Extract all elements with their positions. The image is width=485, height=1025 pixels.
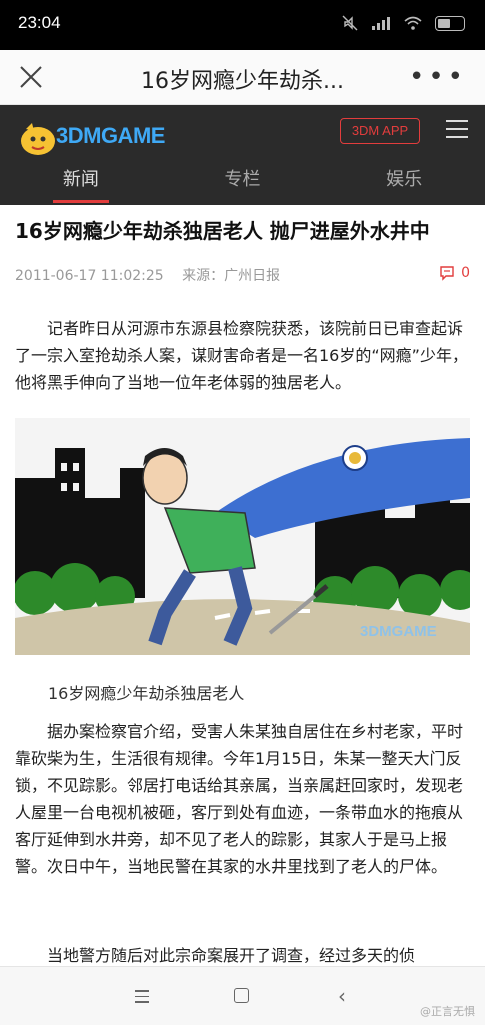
comment-icon — [440, 266, 454, 281]
mute-icon — [342, 15, 358, 31]
battery-icon — [435, 15, 465, 31]
wifi-icon — [404, 16, 422, 30]
page-title: 16岁网瘾少年劫杀... — [141, 69, 344, 94]
more-options-icon[interactable]: ••• — [409, 62, 467, 92]
close-icon[interactable] — [16, 62, 46, 92]
article-paragraph-2: 据办案检察官介绍，受害人朱某独自居住在乡村老家，平时靠砍柴为生，生活很有规律。今… — [15, 722, 464, 876]
article-illustration: 3DMGAME — [15, 418, 470, 655]
site-header: 3DMGAME 3DM APP 新闻 专栏 娱乐 — [0, 105, 485, 205]
tab-column[interactable]: 专栏 — [162, 157, 324, 203]
comment-count: 0 — [461, 265, 470, 281]
clock: 23:04 — [18, 13, 61, 32]
article-paragraph-3: 当地警方随后对此宗命案展开了调查，经过多天的侦 — [47, 946, 416, 965]
app-download-button[interactable]: 3DM APP — [340, 118, 420, 144]
recent-apps-icon[interactable] — [135, 990, 149, 1007]
article-source: 来源：广州日报 — [182, 268, 281, 284]
logo-text: 3DMGAME — [56, 123, 165, 148]
site-nav-tabs: 新闻 专栏 娱乐 — [0, 157, 485, 203]
tab-news[interactable]: 新闻 — [0, 157, 162, 203]
status-icons — [341, 14, 465, 32]
article-paragraph-1: 记者昨日从河源市东源县检察院获悉，该院前日已审查起诉了一宗入室抢劫杀人案，谋财害… — [15, 319, 468, 392]
image-watermark: 3DMGAME — [360, 623, 437, 640]
home-icon[interactable] — [234, 988, 249, 1003]
hamburger-menu-icon[interactable] — [446, 120, 468, 144]
comments-link[interactable]: 0 — [439, 265, 470, 281]
status-bar: 23:04 — [0, 0, 485, 50]
article-datetime: 2011-06-17 11:02:25 — [15, 268, 164, 284]
back-icon[interactable]: ‹ — [338, 984, 346, 1008]
signal-icon — [372, 17, 390, 30]
system-nav-bar: ‹ @正言无惧 — [0, 966, 485, 1025]
weibo-watermark: @正言无惧 — [420, 1005, 475, 1018]
mascot-icon — [21, 123, 55, 155]
article-headline: 16岁网瘾少年劫杀独居老人 抛尸进屋外水井中 — [15, 219, 430, 243]
article-meta: 2011-06-17 11:02:25 来源：广州日报 0 — [15, 265, 470, 285]
tab-entertainment[interactable]: 娱乐 — [323, 157, 485, 203]
site-logo[interactable]: 3DMGAME — [16, 115, 186, 161]
article: 16岁网瘾少年劫杀独居老人 抛尸进屋外水井中 2011-06-17 11:02:… — [15, 215, 470, 965]
browser-toolbar: 16岁网瘾少年劫杀... ••• — [0, 50, 485, 105]
illustration-graphic: 3DMGAME — [15, 418, 470, 655]
image-caption: 16岁网瘾少年劫杀独居老人 — [48, 684, 245, 703]
